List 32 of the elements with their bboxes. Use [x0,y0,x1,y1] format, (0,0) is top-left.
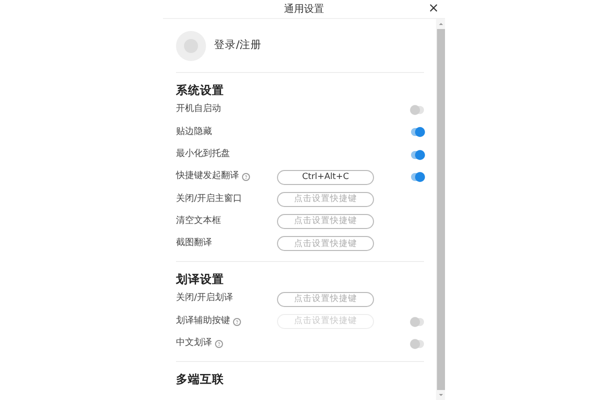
shortcut-field[interactable]: 点击设置快捷键 [277,214,374,230]
toggle-switch[interactable] [411,318,424,326]
setting-label: 关闭/开启划译 [176,292,234,306]
window-title: 通用设置 [284,2,324,16]
setting-label: 开机自启动 [176,103,221,116]
help-icon[interactable] [242,173,250,182]
avatar-icon [176,30,206,60]
setting-label: 中文划译 [176,337,212,350]
setting-label: 划译辅助按键 [176,314,230,328]
help-icon[interactable] [233,318,241,326]
setting-label: 快捷键发起翻译 [176,170,239,184]
close-button[interactable]: × [428,1,439,17]
shortcut-field[interactable]: 点击设置快捷键 [277,292,374,307]
section-title: 系统设置 [176,82,225,99]
setting-label: 关闭/开启主窗口 [176,192,242,206]
section-title: 多端互联 [176,370,225,388]
setting-label: 截图翻译 [176,237,212,250]
shortcut-field[interactable]: Ctrl+Alt+C [277,170,374,185]
scrollbar[interactable] [436,19,445,400]
toggle-switch[interactable] [411,128,424,136]
toggle-switch[interactable] [411,173,424,182]
section-title: 划译设置 [176,271,225,288]
setting-label: 贴边隐藏 [176,126,212,139]
login-link[interactable]: 登录/注册 [214,38,262,54]
toggle-switch[interactable] [411,150,424,159]
shortcut-field[interactable]: 点击设置快捷键 [277,192,374,207]
help-icon[interactable] [215,340,223,348]
toggle-switch[interactable] [411,340,424,348]
setting-label: 清空文本框 [176,214,221,228]
setting-label: 最小化到托盘 [176,148,230,161]
shortcut-field[interactable]: 点击设置快捷键 [277,236,374,252]
toggle-switch[interactable] [411,106,424,114]
